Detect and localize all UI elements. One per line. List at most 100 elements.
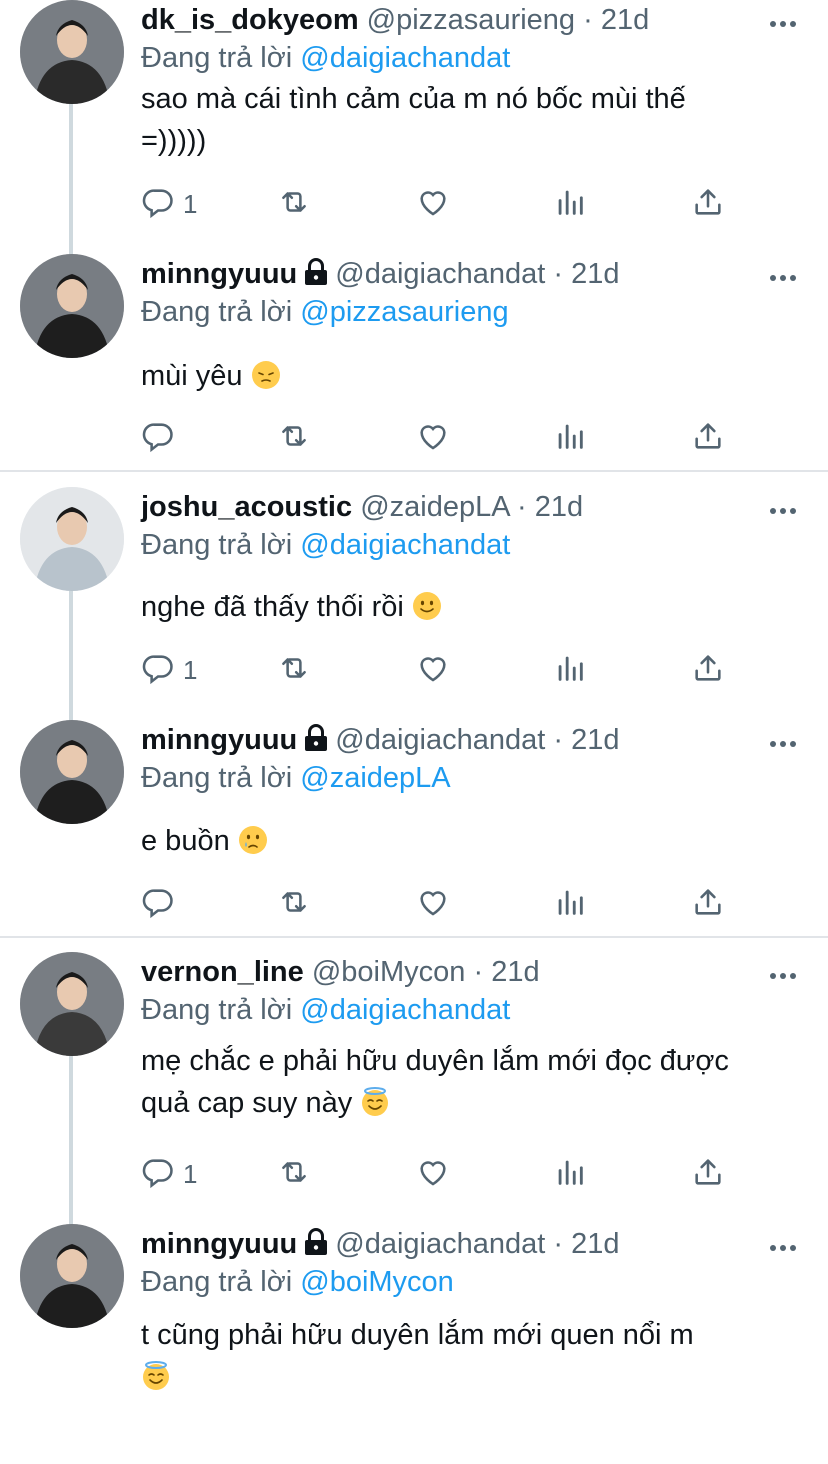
more-options-icon[interactable] <box>770 966 800 979</box>
like-button[interactable] <box>416 1154 450 1194</box>
share-icon <box>691 185 725 224</box>
mention-link[interactable]: @daigiachandat <box>300 994 510 1026</box>
handle[interactable]: @boiMycon <box>312 956 466 988</box>
views-button[interactable] <box>553 1154 587 1194</box>
share-button[interactable] <box>691 418 725 458</box>
reply-button[interactable]: 1 <box>141 1154 197 1194</box>
tweet-text-segment: e buồn <box>141 825 238 857</box>
mention-link[interactable]: @pizzasaurieng <box>300 296 508 328</box>
views-icon <box>553 1155 587 1194</box>
views-button[interactable] <box>553 418 587 458</box>
more-options-icon[interactable] <box>770 734 800 747</box>
retweet-button[interactable] <box>277 884 311 924</box>
views-button[interactable] <box>553 884 587 924</box>
slightly-smiling-face-icon <box>412 591 442 621</box>
retweet-button[interactable] <box>277 650 311 690</box>
lock-icon <box>303 257 329 297</box>
tweet-text-line: mẹ chắc e phải hữu duyên lắm mới đọc đượ… <box>141 1040 811 1082</box>
tweet-header: vernon_line @boiMycon · 21d <box>141 952 540 992</box>
tweet-header: joshu_acoustic @zaidepLA · 21d <box>141 487 583 527</box>
views-button[interactable] <box>553 184 587 224</box>
replying-to-label: Đang trả lời <box>141 762 301 794</box>
views-icon <box>553 885 587 924</box>
tweet-text-line <box>141 1356 811 1398</box>
mention-link[interactable]: @daigiachandat <box>300 529 510 561</box>
like-button[interactable] <box>416 884 450 924</box>
handle[interactable]: @daigiachandat <box>335 1228 545 1260</box>
tweet-text-segment: sao mà cái tình cảm của m nó bốc mùi thế <box>141 83 686 115</box>
separator-dot: · <box>508 491 535 523</box>
timestamp[interactable]: 21d <box>571 1228 619 1260</box>
tweet-text-segment: =))))) <box>141 125 207 157</box>
reply-button[interactable] <box>141 884 175 924</box>
tweet: minngyuuu @daigiachandat · 21d Đang trả lờ… <box>0 1224 828 1464</box>
display-name[interactable]: minngyuuu <box>141 258 297 290</box>
separator-dot: · <box>465 956 492 988</box>
display-name[interactable]: joshu_acoustic <box>141 491 352 523</box>
avatar[interactable] <box>20 952 124 1056</box>
reply-button[interactable]: 1 <box>141 650 197 690</box>
mention-link[interactable]: @daigiachandat <box>300 42 510 74</box>
tweet-text: nghe đã thấy thối rồi <box>141 586 811 628</box>
tweet-text: mùi yêu <box>141 355 811 397</box>
more-options-icon[interactable] <box>770 501 800 514</box>
handle[interactable]: @zaidepLA <box>360 491 509 523</box>
timestamp[interactable]: 21d <box>491 956 539 988</box>
retweet-icon <box>277 885 311 924</box>
more-options-icon[interactable] <box>770 14 800 27</box>
retweet-button[interactable] <box>277 418 311 458</box>
tweet-text: sao mà cái tình cảm của m nó bốc mùi thế… <box>141 78 811 162</box>
avatar[interactable] <box>20 0 124 104</box>
handle[interactable]: @daigiachandat <box>335 724 545 756</box>
tweet: minngyuuu @daigiachandat · 21d Đang trả lờ… <box>0 254 828 494</box>
share-button[interactable] <box>691 184 725 224</box>
timestamp[interactable]: 21d <box>601 4 649 36</box>
reply-button[interactable] <box>141 418 175 458</box>
pensive-face-icon <box>251 360 281 390</box>
mention-link[interactable]: @zaidepLA <box>300 762 450 794</box>
like-icon <box>416 885 450 924</box>
replying-to-label: Đang trả lời <box>141 1266 301 1298</box>
reply-icon <box>141 1155 175 1194</box>
timestamp[interactable]: 21d <box>535 491 583 523</box>
more-options-icon[interactable] <box>770 1238 800 1251</box>
handle[interactable]: @pizzasaurieng <box>367 4 575 36</box>
tweet-text-segment: mẹ chắc e phải hữu duyên lắm mới đọc đượ… <box>141 1045 729 1077</box>
reply-button[interactable]: 1 <box>141 184 197 224</box>
avatar[interactable] <box>20 720 124 824</box>
replying-to-label: Đang trả lời <box>141 296 301 328</box>
retweet-icon <box>277 651 311 690</box>
timestamp[interactable]: 21d <box>571 258 619 290</box>
avatar[interactable] <box>20 487 124 591</box>
display-name[interactable]: dk_is_dokyeom <box>141 4 359 36</box>
like-button[interactable] <box>416 184 450 224</box>
share-button[interactable] <box>691 884 725 924</box>
tweet-text: mẹ chắc e phải hữu duyên lắm mới đọc đượ… <box>141 1040 811 1124</box>
share-button[interactable] <box>691 1154 725 1194</box>
separator-dot: · <box>545 258 572 290</box>
retweet-icon <box>277 185 311 224</box>
like-button[interactable] <box>416 650 450 690</box>
like-button[interactable] <box>416 418 450 458</box>
tweet-header: minngyuuu @daigiachandat · 21d <box>141 1224 619 1264</box>
display-name[interactable]: minngyuuu <box>141 1228 297 1260</box>
more-options-icon[interactable] <box>770 268 800 281</box>
views-icon <box>553 419 587 458</box>
tweet: joshu_acoustic @zaidepLA · 21d Đang trả l… <box>0 487 828 727</box>
avatar[interactable] <box>20 254 124 358</box>
tweet-actions: 1 <box>141 650 741 690</box>
share-button[interactable] <box>691 650 725 690</box>
retweet-button[interactable] <box>277 184 311 224</box>
avatar[interactable] <box>20 1224 124 1328</box>
handle[interactable]: @daigiachandat <box>335 258 545 290</box>
tweet-text-segment: nghe đã thấy thối rồi <box>141 591 412 623</box>
tweet-text: t cũng phải hữu duyên lắm mới quen nổi m <box>141 1314 811 1398</box>
mention-link[interactable]: @boiMycon <box>300 1266 454 1298</box>
display-name[interactable]: minngyuuu <box>141 724 297 756</box>
views-button[interactable] <box>553 650 587 690</box>
retweet-button[interactable] <box>277 1154 311 1194</box>
tweet-text-line: e buồn <box>141 820 811 862</box>
display-name[interactable]: vernon_line <box>141 956 304 988</box>
replying-to: Đang trả lời @zaidepLA <box>141 758 451 798</box>
timestamp[interactable]: 21d <box>571 724 619 756</box>
